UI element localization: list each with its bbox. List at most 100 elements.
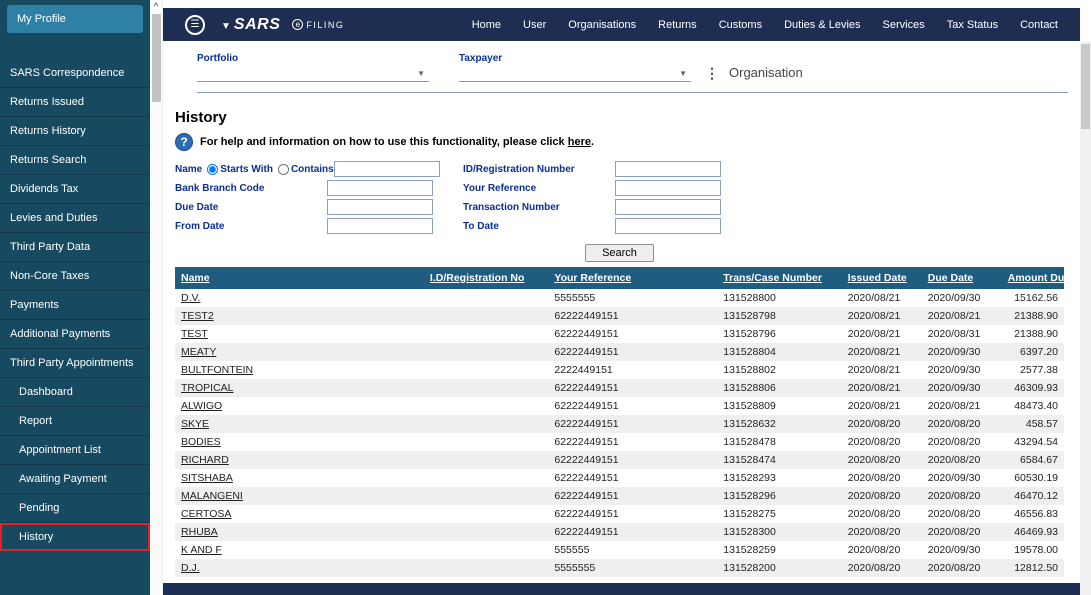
- help-row: ? For help and information on how to use…: [175, 133, 1064, 151]
- table-row[interactable]: K AND F 555555 131528259 2020/08/20 2020…: [175, 541, 1064, 559]
- sidebar-scrollbar[interactable]: ^: [150, 0, 163, 595]
- portfolio-dropdown[interactable]: Portfolio ▼: [197, 53, 429, 82]
- table-row[interactable]: BULTFONTEIN 2222449151 131528802 2020/08…: [175, 361, 1064, 379]
- cell-name-link[interactable]: ALWIGO: [175, 397, 424, 415]
- cell-trans-case-number: 131528200: [723, 562, 776, 574]
- table-row[interactable]: CERTOSA 62222449151 131528275 2020/08/20…: [175, 505, 1064, 523]
- contains-radio[interactable]: [277, 163, 289, 175]
- table-row[interactable]: D.V. 5555555 131528800 2020/08/21 2020/0…: [175, 289, 1064, 307]
- cell-amount-due: 60530.19: [1014, 472, 1058, 484]
- table-row[interactable]: SITSHABA 62222449151 131528293 2020/08/2…: [175, 469, 1064, 487]
- sidebar-item[interactable]: Third Party Data: [0, 233, 150, 262]
- sidebar-item[interactable]: Dashboard: [0, 378, 150, 407]
- cell-due-date: 2020/09/30: [927, 544, 981, 556]
- cell-name-link[interactable]: D.V.: [175, 289, 424, 307]
- sidebar-item[interactable]: Non-Core Taxes: [0, 262, 150, 291]
- table-row[interactable]: RICHARD 62222449151 131528474 2020/08/20…: [175, 451, 1064, 469]
- cell-issued-date: 2020/08/21: [847, 292, 901, 304]
- table-row[interactable]: TEST2 62222449151 131528798 2020/08/21 2…: [175, 307, 1064, 325]
- cell-trans-case-number: 131528259: [723, 544, 776, 556]
- top-nav-item[interactable]: Organisations: [568, 19, 636, 31]
- cell-name-link[interactable]: BODIES: [175, 433, 424, 451]
- col-header-name[interactable]: Name: [175, 267, 424, 289]
- sidebar-item[interactable]: Returns Search: [0, 146, 150, 175]
- my-profile-button[interactable]: My Profile: [7, 5, 143, 33]
- cell-name-link[interactable]: BULTFONTEIN: [175, 361, 424, 379]
- cell-trans-case-number: 131528798: [723, 310, 776, 322]
- cell-name-link[interactable]: TEST2: [175, 307, 424, 325]
- cell-trans-case-number: 131528632: [723, 418, 776, 430]
- main-scrollbar-track[interactable]: [1080, 42, 1091, 595]
- sidebar-item[interactable]: Payments: [0, 291, 150, 320]
- cell-name-link[interactable]: CERTOSA: [175, 505, 424, 523]
- main-scrollbar-thumb[interactable]: [1081, 44, 1090, 129]
- sidebar-scrollbar-thumb[interactable]: [151, 14, 161, 102]
- col-header-due-date[interactable]: Due Date: [921, 267, 1002, 289]
- table-row[interactable]: ALWIGO 62222449151 131528809 2020/08/21 …: [175, 397, 1064, 415]
- hamburger-menu-icon[interactable]: ☰: [185, 14, 205, 35]
- sidebar-item[interactable]: Report: [0, 407, 150, 436]
- col-header-trans-case[interactable]: Trans/Case Number: [717, 267, 842, 289]
- top-nav-item[interactable]: Home: [472, 19, 501, 31]
- help-here-link[interactable]: here: [568, 136, 591, 148]
- table-row[interactable]: TEST 62222449151 131528796 2020/08/21 20…: [175, 325, 1064, 343]
- cell-issued-date: 2020/08/21: [847, 400, 901, 412]
- search-button[interactable]: Search: [585, 244, 654, 262]
- sidebar-item[interactable]: Appointment List: [0, 436, 150, 465]
- cell-name-link[interactable]: SKYE: [175, 415, 424, 433]
- table-row[interactable]: RHUBA 62222449151 131528300 2020/08/20 2…: [175, 523, 1064, 541]
- col-header-your-reference[interactable]: Your Reference: [548, 267, 718, 289]
- cell-name-link[interactable]: TROPICAL: [175, 379, 424, 397]
- top-nav-item[interactable]: Duties & Levies: [784, 19, 860, 31]
- main-scrollbar[interactable]: [1080, 0, 1091, 595]
- taxpayer-dropdown[interactable]: Taxpayer ▼: [459, 53, 691, 82]
- top-nav-item[interactable]: Services: [883, 19, 925, 31]
- sidebar-item[interactable]: Additional Payments: [0, 320, 150, 349]
- starts-with-radio[interactable]: [207, 163, 219, 175]
- transaction-number-input[interactable]: [615, 199, 721, 215]
- sidebar-item[interactable]: Dividends Tax: [0, 175, 150, 204]
- cell-name-link[interactable]: SITSHABA: [175, 469, 424, 487]
- table-row[interactable]: BODIES 62222449151 131528478 2020/08/20 …: [175, 433, 1064, 451]
- name-input[interactable]: [333, 161, 440, 177]
- bank-branch-input[interactable]: [327, 180, 433, 196]
- cell-name-link[interactable]: TEST: [175, 325, 424, 343]
- top-nav-item[interactable]: Customs: [719, 19, 762, 31]
- sidebar-item[interactable]: Third Party Appointments: [0, 349, 150, 378]
- top-nav: Home User Organisations Returns Customs …: [472, 19, 1058, 31]
- table-row[interactable]: D.J. 5555555 131528200 2020/08/20 2020/0…: [175, 559, 1064, 577]
- from-date-input[interactable]: [327, 218, 433, 234]
- table-row[interactable]: TROPICAL 62222449151 131528806 2020/08/2…: [175, 379, 1064, 397]
- sidebar-item[interactable]: History: [0, 523, 150, 551]
- cell-name-link[interactable]: K AND F: [175, 541, 424, 559]
- top-nav-item[interactable]: Returns: [658, 19, 697, 31]
- cell-due-date: 2020/09/30: [927, 382, 981, 394]
- cell-name-link[interactable]: MALANGENI: [175, 487, 424, 505]
- top-nav-item[interactable]: Contact: [1020, 19, 1058, 31]
- col-header-id-registration[interactable]: I.D/Registration No: [423, 267, 549, 289]
- help-text: For help and information on how to use t…: [200, 136, 595, 148]
- table-row[interactable]: MALANGENI 62222449151 131528296 2020/08/…: [175, 487, 1064, 505]
- col-header-amount-due[interactable]: Amount Due: [1001, 267, 1064, 289]
- sidebar-item[interactable]: Awaiting Payment: [0, 465, 150, 494]
- due-date-input[interactable]: [327, 199, 433, 215]
- sidebar-item[interactable]: Returns History: [0, 117, 150, 146]
- top-nav-item[interactable]: Tax Status: [947, 19, 998, 31]
- your-reference-input[interactable]: [615, 180, 721, 196]
- top-nav-item[interactable]: User: [523, 19, 546, 31]
- id-registration-input[interactable]: [615, 161, 721, 177]
- table-row[interactable]: MEATY 62222449151 131528804 2020/08/21 2…: [175, 343, 1064, 361]
- cell-name-link[interactable]: RICHARD: [175, 451, 424, 469]
- cell-name-link[interactable]: D.J.: [175, 559, 424, 577]
- options-kebab-icon[interactable]: ⋮: [705, 65, 719, 82]
- cell-name-link[interactable]: RHUBA: [175, 523, 424, 541]
- scroll-up-arrow-icon[interactable]: ^: [150, 0, 162, 13]
- sidebar-item[interactable]: Returns Issued: [0, 88, 150, 117]
- col-header-issued-date[interactable]: Issued Date: [841, 267, 922, 289]
- to-date-input[interactable]: [615, 218, 721, 234]
- cell-name-link[interactable]: MEATY: [175, 343, 424, 361]
- sidebar-item[interactable]: SARS Correspondence: [0, 59, 150, 88]
- table-row[interactable]: SKYE 62222449151 131528632 2020/08/20 20…: [175, 415, 1064, 433]
- sidebar-item[interactable]: Levies and Duties: [0, 204, 150, 233]
- sidebar-item[interactable]: Pending: [0, 494, 150, 523]
